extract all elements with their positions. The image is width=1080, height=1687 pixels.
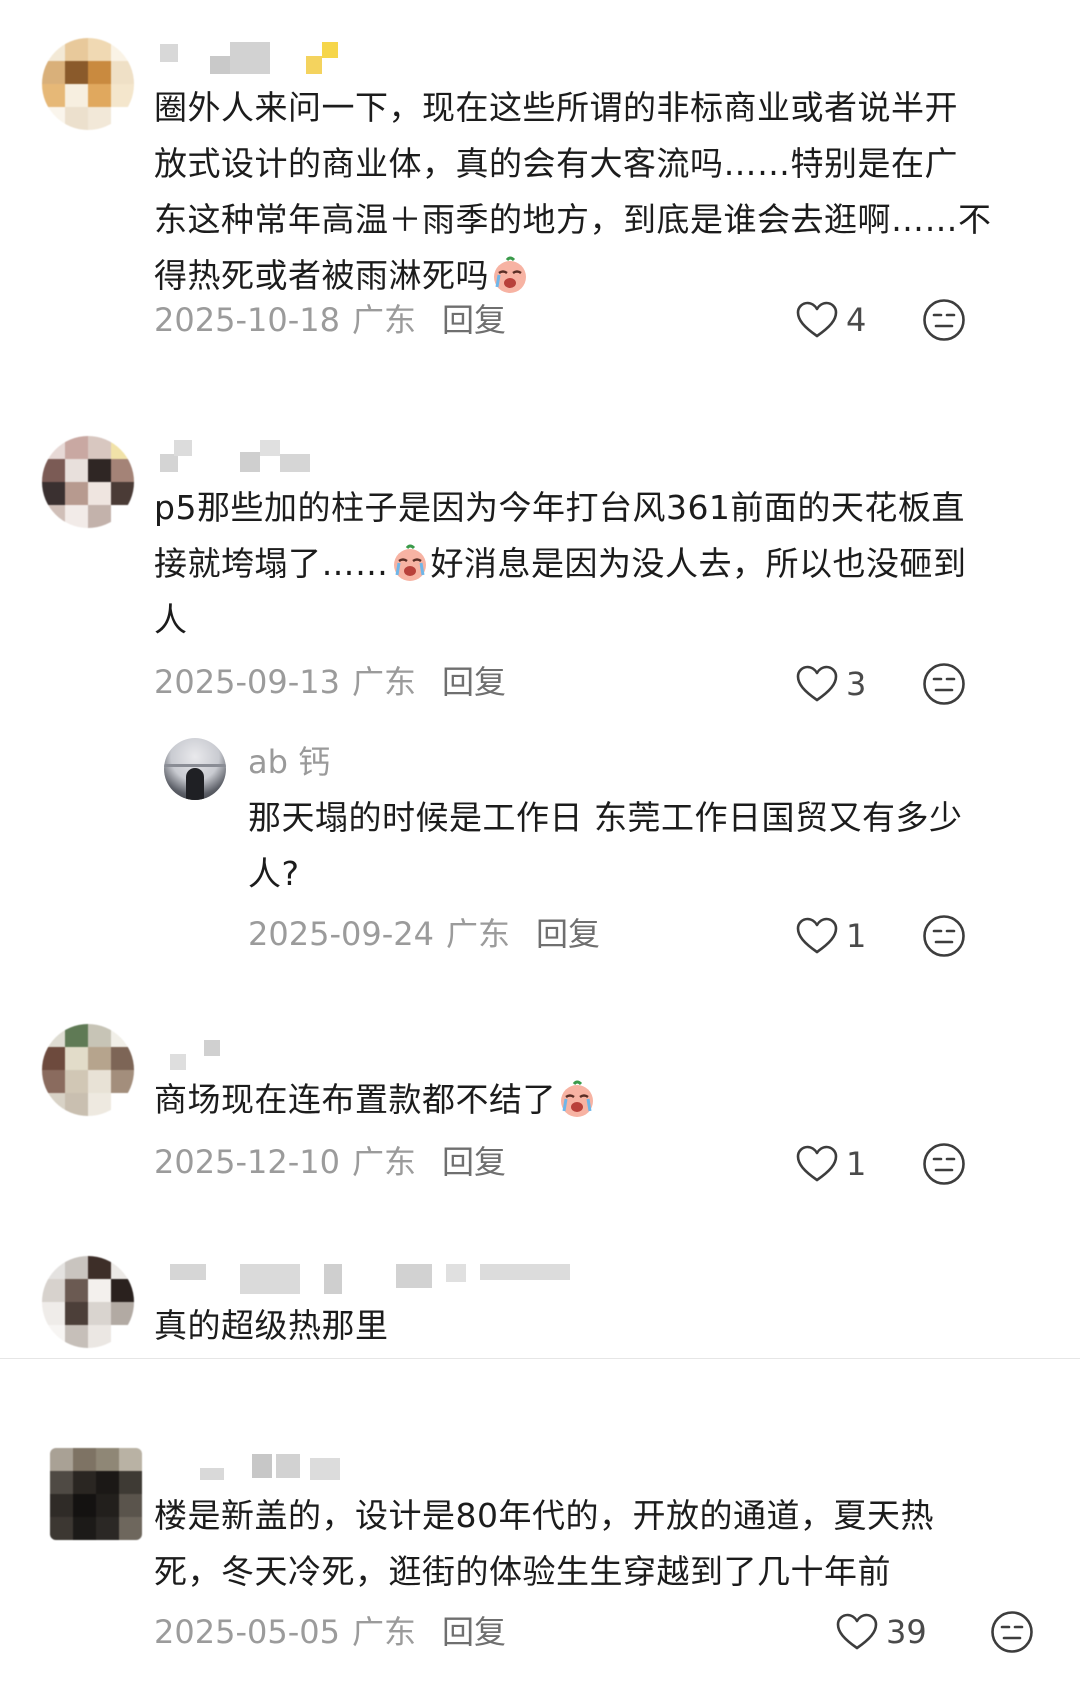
comment-text: 圈外人来问一下，现在这些所谓的非标商业或者说半开 放式设计的商业体，真的会有大客… <box>154 88 992 295</box>
like-button[interactable]: 3 <box>796 662 866 706</box>
like-button[interactable]: 1 <box>796 1142 866 1186</box>
neutral-face-icon[interactable] <box>922 914 966 958</box>
username-blurred[interactable] <box>170 1258 570 1298</box>
comment-meta: 2025-12-10 广东 回复 <box>154 1142 506 1182</box>
comment-location: 广东 <box>351 1143 416 1181</box>
reply-avatar[interactable] <box>164 738 226 800</box>
avatar[interactable] <box>42 1024 134 1116</box>
like-count: 39 <box>886 1613 927 1651</box>
like-button[interactable]: 4 <box>796 298 866 342</box>
neutral-face-icon[interactable] <box>990 1610 1034 1654</box>
heart-outline-icon <box>796 301 838 338</box>
crying-face-emoji <box>490 255 530 295</box>
like-count: 3 <box>846 665 867 703</box>
comment-text: p5那些加的柱子是因为今年打台风361前面的天花板直 接就垮塌了…… 好消息是因为… <box>154 488 967 639</box>
reply-author[interactable]: ab 钙 <box>248 742 330 782</box>
heart-outline-icon <box>796 1145 838 1182</box>
heart-outline-icon <box>796 917 838 954</box>
avatar[interactable] <box>42 38 134 130</box>
reply-button[interactable]: 回复 <box>536 915 600 953</box>
comment-date: 2025-12-10 <box>154 1143 340 1181</box>
reply-button[interactable]: 回复 <box>442 1613 506 1651</box>
avatar[interactable] <box>42 436 134 528</box>
comment-date: 2025-05-05 <box>154 1613 340 1651</box>
like-button[interactable]: 1 <box>796 914 866 958</box>
crying-face-emoji <box>557 1079 597 1119</box>
reply-meta: 2025-09-24 广东 回复 <box>248 914 600 954</box>
neutral-face-icon[interactable] <box>922 1142 966 1186</box>
crying-face-emoji <box>390 543 430 583</box>
neutral-face-icon[interactable] <box>922 662 966 706</box>
like-count: 4 <box>846 301 867 339</box>
divider <box>0 1358 1080 1359</box>
reply-location: 广东 <box>445 915 510 953</box>
comment-meta: 2025-09-13 广东 回复 <box>154 662 506 702</box>
comment-location: 广东 <box>351 1613 416 1651</box>
reply-button[interactable]: 回复 <box>442 301 506 339</box>
username-blurred[interactable] <box>170 1036 240 1076</box>
username-blurred[interactable] <box>160 40 360 80</box>
comment-location: 广东 <box>351 301 416 339</box>
reply-button[interactable]: 回复 <box>442 1143 506 1181</box>
reply-date: 2025-09-24 <box>248 915 434 953</box>
heart-outline-icon <box>796 665 838 702</box>
heart-outline-icon <box>836 1613 878 1650</box>
comment-location: 广东 <box>351 663 416 701</box>
neutral-face-icon[interactable] <box>922 298 966 342</box>
reply-text: 那天塌的时候是工作日 东莞工作日国贸又有多少 人? <box>248 798 963 893</box>
comment-date: 2025-09-13 <box>154 663 340 701</box>
username-blurred[interactable] <box>160 438 340 478</box>
like-count: 1 <box>846 1145 867 1183</box>
comment-meta: 2025-05-05 广东 回复 <box>154 1612 506 1652</box>
reply-button[interactable]: 回复 <box>442 663 506 701</box>
comment-date: 2025-10-18 <box>154 301 340 339</box>
comment-text: 商场现在连布置款都不结了 <box>154 1072 598 1128</box>
comment-meta: 2025-10-18 广东 回复 <box>154 300 506 340</box>
like-button[interactable]: 39 <box>836 1610 927 1654</box>
comment-text: 真的超级热那里 <box>154 1306 389 1345</box>
username-blurred[interactable] <box>200 1448 360 1488</box>
avatar[interactable] <box>50 1448 142 1540</box>
comment-text: 楼是新盖的，设计是80年代的，开放的通道，夏天热 死，冬天冷死，逛街的体验生生穿… <box>154 1496 934 1591</box>
like-count: 1 <box>846 917 867 955</box>
avatar[interactable] <box>42 1256 134 1348</box>
